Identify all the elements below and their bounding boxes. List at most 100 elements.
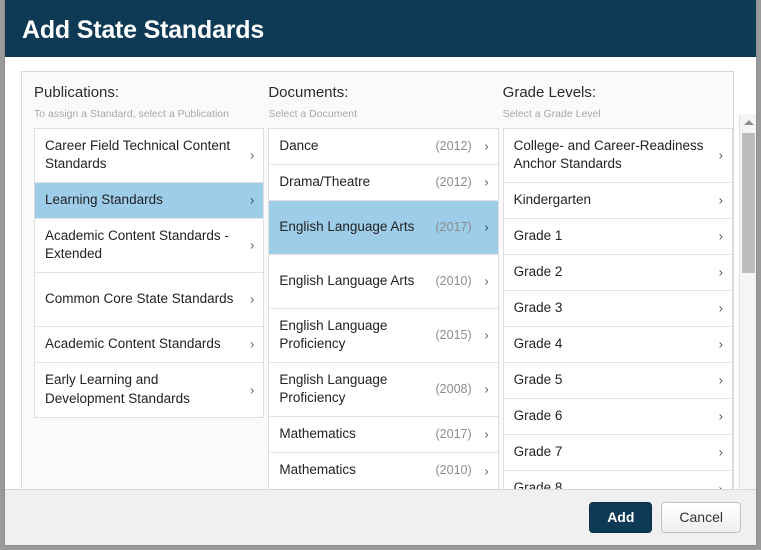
column-publications: Publications: To assign a Standard, selec… xyxy=(34,84,265,495)
chevron-right-icon: › xyxy=(718,192,723,208)
list-item-year: (2017) xyxy=(435,426,472,441)
cancel-button[interactable]: Cancel xyxy=(661,501,741,534)
list-item-label: Grade 5 xyxy=(513,371,563,387)
list-item[interactable]: English Language Proficiency (2008) › xyxy=(269,362,498,417)
list-item-year: (2010) xyxy=(435,463,472,478)
chevron-right-icon: › xyxy=(718,372,723,388)
list-item-label: English Language Arts xyxy=(279,218,415,234)
list-item-label: Mathematics xyxy=(279,425,356,441)
list-item-year: (2015) xyxy=(435,327,472,342)
list-publications: Career Field Technical Content Standards… xyxy=(34,127,265,418)
list-item-label: Academic Content Standards xyxy=(45,335,221,351)
column-title-grade_levels: Grade Levels: xyxy=(502,84,597,101)
list-item[interactable]: Grade 2 › xyxy=(503,254,732,291)
list-item-label: Learning Standards xyxy=(45,191,163,207)
chevron-right-icon: › xyxy=(718,147,723,163)
list-item[interactable]: Grade 1 › xyxy=(503,218,732,255)
list-item-label: Career Field Technical Content Standards xyxy=(45,137,231,172)
list-item-year: (2008) xyxy=(435,381,472,396)
columns-container: Publications: To assign a Standard, selec… xyxy=(22,72,733,495)
chevron-right-icon: › xyxy=(718,264,723,280)
list-item-label: Dance xyxy=(279,137,319,153)
scrollbar-thumb[interactable] xyxy=(742,133,755,273)
dialog-footer: Add Cancel xyxy=(5,489,756,545)
list-item-label: College- and Career-Readiness Anchor Sta… xyxy=(513,137,704,172)
list-item-label: Grade 1 xyxy=(513,227,563,243)
list-item-label: Academic Content Standards - Extended xyxy=(45,227,229,262)
chevron-right-icon: › xyxy=(484,426,489,442)
list-item[interactable]: Early Learning and Development Standards… xyxy=(35,362,264,417)
list-item[interactable]: Grade 4 › xyxy=(503,326,732,363)
list-item-label: Grade 7 xyxy=(513,443,563,459)
chevron-right-icon: › xyxy=(249,192,255,208)
column-subtitle-publications: To assign a Standard, select a Publicati… xyxy=(34,108,229,120)
chevron-right-icon: › xyxy=(718,336,723,352)
list-item-label: Mathematics xyxy=(279,462,356,478)
chevron-right-icon: › xyxy=(484,174,489,190)
list-item[interactable]: Dance (2012) › xyxy=(269,128,498,165)
list-item[interactable]: Grade 7 › xyxy=(503,434,732,471)
chevron-right-icon: › xyxy=(249,336,255,352)
list-item-year: (2012) xyxy=(435,138,472,153)
chevron-right-icon: › xyxy=(484,327,489,343)
column-grade_levels: Grade Levels: Select a Grade Level College… xyxy=(502,84,733,495)
chevron-right-icon: › xyxy=(718,408,723,424)
column-title-publications: Publications: xyxy=(34,84,120,101)
chevron-right-icon: › xyxy=(249,291,255,307)
chevron-right-icon: › xyxy=(484,273,489,289)
list-item-label: English Language Proficiency xyxy=(279,317,388,352)
list-item-year: (2010) xyxy=(435,273,472,288)
list-item-label: Kindergarten xyxy=(513,191,591,207)
list-item[interactable]: Career Field Technical Content Standards… xyxy=(35,128,264,183)
selection-panel: Publications: To assign a Standard, selec… xyxy=(21,71,734,496)
list-item-year: (2012) xyxy=(435,174,472,189)
list-item[interactable]: Grade 6 › xyxy=(503,398,732,435)
list-item[interactable]: Common Core State Standards › xyxy=(35,272,264,327)
chevron-right-icon: › xyxy=(249,382,255,398)
list-item[interactable]: Learning Standards › xyxy=(35,182,264,219)
column-title-documents: Documents: xyxy=(268,84,349,101)
list-item[interactable]: English Language Proficiency (2015) › xyxy=(269,308,498,363)
list-item-label: English Language Arts xyxy=(279,272,415,288)
list-item-label: Early Learning and Development Standards xyxy=(45,372,190,406)
chevron-right-icon: › xyxy=(718,300,723,316)
list-grade_levels: College- and Career-Readiness Anchor Sta… xyxy=(502,127,733,495)
column-documents: Documents: Select a Document Dance (2012) › D… xyxy=(268,84,499,495)
chevron-right-icon: › xyxy=(718,444,723,460)
list-item[interactable]: English Language Arts (2010) › xyxy=(269,254,498,309)
dialog-title-bar: Add State Standards xyxy=(5,0,756,57)
list-item[interactable]: Kindergarten › xyxy=(503,182,732,219)
chevron-right-icon: › xyxy=(718,228,723,244)
column-subtitle-grade_levels: Select a Grade Level xyxy=(502,108,601,120)
scroll-up-arrow-icon[interactable] xyxy=(740,114,756,131)
column-subtitle-documents: Select a Document xyxy=(268,108,358,120)
list-item-label: Grade 4 xyxy=(513,335,563,351)
list-item[interactable]: Mathematics (2017) › xyxy=(269,416,498,453)
chevron-right-icon: › xyxy=(484,381,489,397)
list-item-label: Common Core State Standards xyxy=(45,290,234,306)
add-button[interactable]: Add xyxy=(589,501,653,534)
list-item-label: English Language Proficiency xyxy=(279,371,388,406)
chevron-right-icon: › xyxy=(484,219,489,235)
list-item[interactable]: Mathematics (2010) › xyxy=(269,452,498,489)
list-item-label: Drama/Theatre xyxy=(279,173,371,189)
list-item-label: Grade 3 xyxy=(513,299,563,315)
chevron-right-icon: › xyxy=(484,463,489,479)
dialog-body: Publications: To assign a Standard, selec… xyxy=(5,57,756,545)
chevron-right-icon: › xyxy=(249,237,255,253)
list-item[interactable]: Grade 5 › xyxy=(503,362,732,399)
list-item[interactable]: Grade 3 › xyxy=(503,290,732,327)
add-state-standards-dialog: Add State Standards Publications: To assi… xyxy=(4,0,757,546)
list-item[interactable]: English Language Arts (2017) › xyxy=(269,200,498,255)
page-title: Add State Standards xyxy=(22,16,265,44)
list-item-label: Grade 6 xyxy=(513,407,563,423)
list-item[interactable]: Academic Content Standards › xyxy=(35,326,264,363)
list-item[interactable]: College- and Career-Readiness Anchor Sta… xyxy=(503,128,732,183)
list-item-label: Grade 2 xyxy=(513,263,563,279)
vertical-scrollbar[interactable] xyxy=(739,114,756,545)
list-item-year: (2017) xyxy=(435,219,472,234)
list-documents: Dance (2012) › Drama/Theatre (2012) › English … xyxy=(268,127,499,490)
chevron-right-icon: › xyxy=(484,138,489,154)
list-item[interactable]: Drama/Theatre (2012) › xyxy=(269,164,498,201)
list-item[interactable]: Academic Content Standards - Extended › xyxy=(35,218,264,273)
